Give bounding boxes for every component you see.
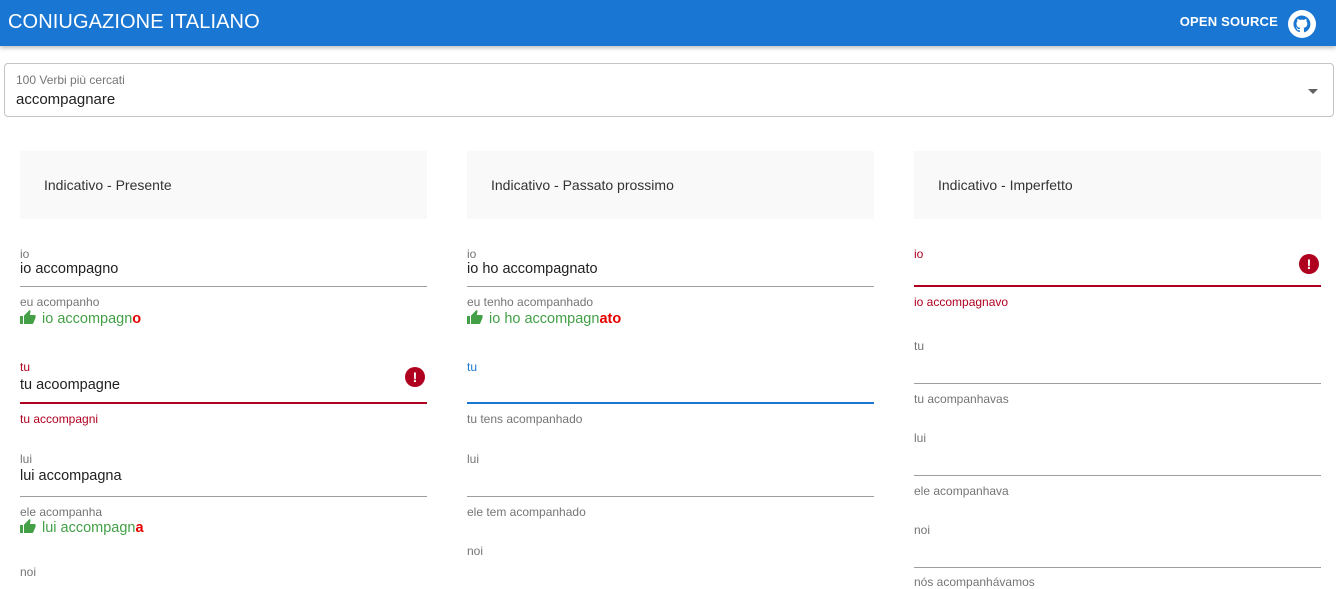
conjugation-input[interactable]: [467, 259, 837, 279]
feedback-text: lui accompagn: [42, 520, 136, 536]
field-label: noi: [467, 544, 484, 558]
input-underline: [20, 286, 427, 287]
correct-feedback: io ho accompagnato: [467, 310, 621, 327]
open-source-link[interactable]: OPEN SOURCE: [1180, 14, 1278, 29]
conjugation-input[interactable]: [20, 375, 390, 395]
feedback-ending: ato: [599, 311, 622, 327]
column-title: Indicativo - Passato prossimo: [467, 151, 874, 219]
column-passato-prossimo: Indicativo - Passato prossimo io eu tenh…: [467, 151, 874, 558]
error-icon: !: [1299, 254, 1319, 274]
column-title: Indicativo - Imperfetto: [914, 151, 1321, 219]
input-underline: [914, 383, 1321, 384]
translation-hint: ele acompanha: [20, 505, 103, 519]
column-title: Indicativo - Presente: [20, 151, 427, 219]
input-underline: [467, 402, 874, 404]
github-icon[interactable]: [1286, 8, 1318, 40]
arrow-drop-down-icon: [1308, 89, 1318, 94]
column-imperfetto: Indicativo - Imperfetto io ! io accompag…: [914, 151, 1321, 589]
verb-select-label: 100 Verbi più cercati: [16, 73, 125, 87]
app-title: CONIUGAZIONE ITALIANO: [8, 11, 260, 33]
app-bar: CONIUGAZIONE ITALIANO OPEN SOURCE: [0, 0, 1336, 46]
correct-feedback: lui accompagna: [20, 519, 144, 536]
conjugation-input[interactable]: [467, 466, 837, 486]
conjugation-input[interactable]: [20, 259, 390, 279]
conjugation-input[interactable]: [914, 443, 1284, 463]
input-underline: [914, 567, 1321, 568]
correct-answer-hint: io accompagnavo: [914, 295, 1009, 309]
verb-select[interactable]: 100 Verbi più cercati accompagnare: [4, 63, 1334, 117]
input-underline: [20, 496, 427, 497]
thumb-up-icon: [467, 310, 483, 324]
thumb-up-icon: [20, 519, 36, 533]
translation-hint: ele acompanhava: [914, 484, 1009, 498]
input-underline: [914, 475, 1321, 476]
field-label: tu: [20, 360, 31, 374]
translation-hint: tu acompanhavas: [914, 392, 1009, 406]
input-underline: [914, 285, 1321, 287]
conjugation-input[interactable]: [914, 351, 1284, 371]
translation-hint: eu acompanho: [20, 295, 100, 309]
input-underline: [20, 402, 427, 404]
translation-hint: tu tens acompanhado: [467, 412, 583, 426]
field-label: noi: [20, 565, 37, 579]
field-label: lui: [20, 452, 33, 466]
input-underline: [467, 286, 874, 287]
conjugation-input[interactable]: [914, 535, 1284, 555]
correct-answer-hint: tu accompagni: [20, 412, 99, 426]
translation-hint: nós acompanhávamos: [914, 575, 1035, 589]
feedback-ending: o: [132, 311, 142, 327]
translation-hint: ele tem acompanhado: [467, 505, 586, 519]
feedback-text: io accompagn: [42, 311, 133, 327]
conjugation-input[interactable]: [20, 466, 390, 486]
field-label: tu: [467, 360, 478, 374]
field-label: lui: [467, 452, 480, 466]
column-presente: Indicativo - Presente io eu acompanho io…: [20, 151, 427, 579]
feedback-ending: a: [135, 520, 144, 536]
error-icon: !: [405, 367, 425, 387]
conjugation-input[interactable]: [914, 259, 1284, 279]
input-underline: [467, 496, 874, 497]
conjugation-input[interactable]: [467, 375, 837, 395]
translation-hint: eu tenho acompanhado: [467, 295, 594, 309]
feedback-text: io ho accompagn: [489, 311, 600, 327]
verb-select-value: accompagnare: [16, 91, 116, 108]
correct-feedback: io accompagno: [20, 310, 141, 327]
thumb-up-icon: [20, 310, 36, 324]
